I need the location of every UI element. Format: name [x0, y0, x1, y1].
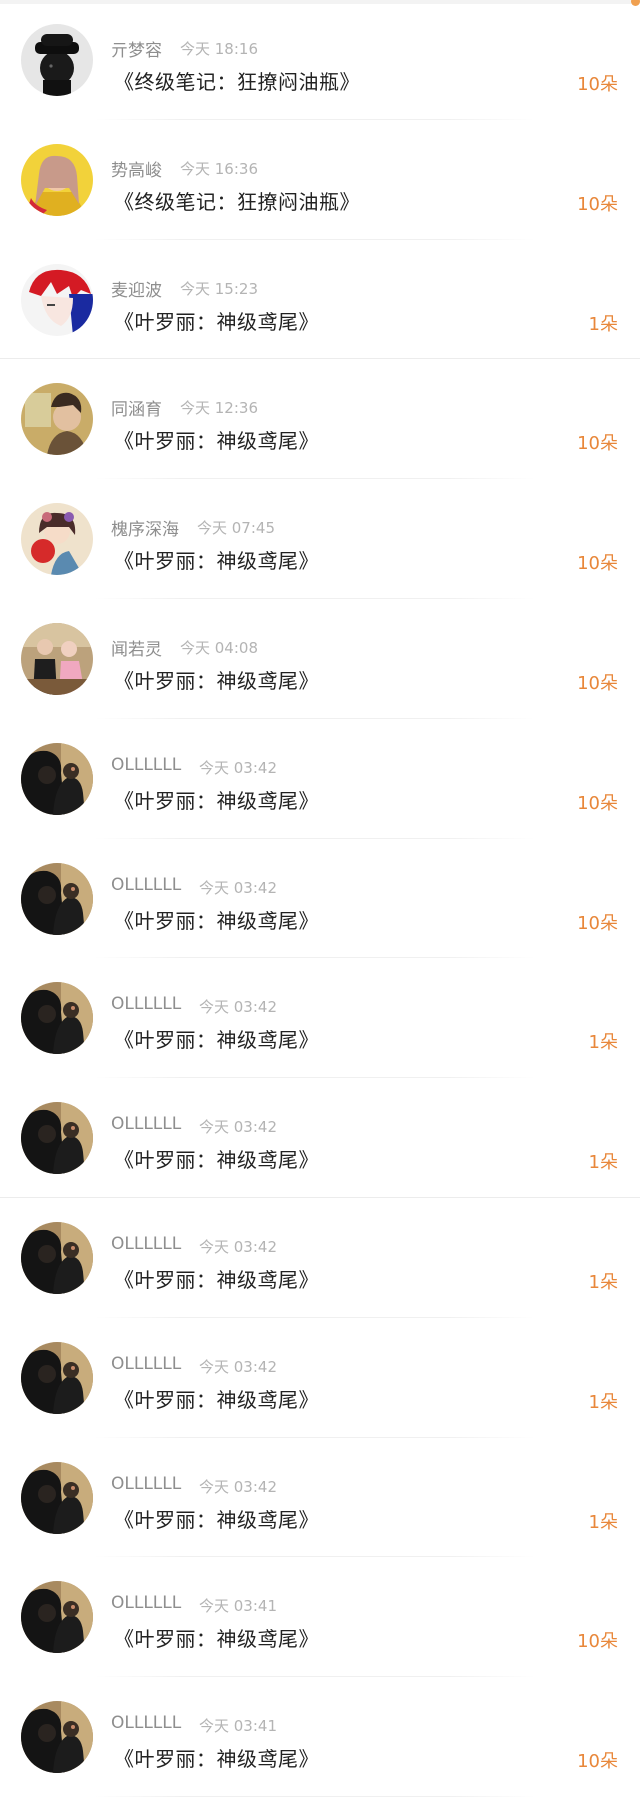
book-title[interactable]: 《叶罗丽：神级鸢尾》: [114, 1024, 319, 1053]
record-time: 今天 12:36: [180, 399, 258, 418]
gift-amount: 1朵: [588, 1511, 618, 1533]
avatar[interactable]: [21, 1102, 93, 1175]
user-name[interactable]: OLLLLLL: [111, 1114, 181, 1134]
book-title[interactable]: 《叶罗丽：神级鸢尾》: [114, 905, 319, 934]
gift-record-row[interactable]: OLLLLLL 今天 03:42 《叶罗丽：神级鸢尾》 10朵: [0, 719, 640, 839]
user-name[interactable]: OLLLLLL: [111, 1234, 181, 1254]
gift-record-row[interactable]: OLLLLLL 今天 03:41 《叶罗丽：神级鸢尾》 10朵: [0, 1557, 640, 1678]
book-title[interactable]: 《叶罗丽：神级鸢尾》: [114, 1504, 319, 1533]
gift-record-row[interactable]: 亓梦容 今天 18:16 《终级笔记：狂撩闷油瓶》 10朵: [0, 0, 640, 120]
book-title[interactable]: 《叶罗丽：神级鸢尾》: [114, 1384, 319, 1413]
record-time: 今天 07:45: [197, 519, 275, 538]
gift-amount: 10朵: [577, 553, 618, 575]
record-time: 今天 03:42: [199, 1357, 277, 1376]
gift-record-row[interactable]: OLLLLLL 今天 03:42 《叶罗丽：神级鸢尾》 1朵: [0, 1078, 640, 1198]
gift-amount: 10朵: [577, 433, 618, 455]
avatar[interactable]: [21, 143, 93, 216]
book-title[interactable]: 《终级笔记：狂撩闷油瓶》: [114, 186, 360, 215]
record-time: 今天 03:42: [199, 1237, 277, 1256]
gift-record-row[interactable]: 槐序深海 今天 07:45 《叶罗丽：神级鸢尾》 10朵: [0, 479, 640, 599]
gift-record-row[interactable]: 闻若灵 今天 04:08 《叶罗丽：神级鸢尾》 10朵: [0, 599, 640, 719]
user-name[interactable]: OLLLLLL: [111, 755, 181, 775]
user-name[interactable]: OLLLLLL: [111, 994, 181, 1014]
gift-amount: 1朵: [588, 1032, 618, 1054]
record-time: 今天 16:36: [180, 159, 258, 178]
gift-amount: 1朵: [588, 1391, 618, 1413]
record-time: 今天 03:42: [199, 998, 277, 1017]
avatar[interactable]: [21, 622, 93, 695]
gift-record-row[interactable]: OLLLLLL 今天 03:42 《叶罗丽：神级鸢尾》 1朵: [0, 1198, 640, 1318]
gift-amount: 10朵: [577, 792, 618, 814]
user-name[interactable]: OLLLLLL: [111, 1593, 181, 1613]
record-time: 今天 18:16: [180, 40, 258, 58]
gift-amount: 1朵: [588, 1271, 618, 1293]
user-name[interactable]: OLLLLLL: [111, 1474, 181, 1494]
record-time: 今天 03:42: [199, 1477, 277, 1496]
gift-record-row[interactable]: OLLLLLL 今天 03:42 《叶罗丽：神级鸢尾》 10朵: [0, 839, 640, 959]
gift-amount: 10朵: [577, 193, 618, 215]
record-time: 今天 03:42: [199, 1118, 277, 1137]
record-time: 今天 04:08: [180, 638, 258, 657]
avatar[interactable]: [21, 982, 93, 1055]
gift-record-row[interactable]: OLLLLLL 今天 03:42 《叶罗丽：神级鸢尾》 1朵: [0, 1318, 640, 1438]
book-title[interactable]: 《叶罗丽：神级鸢尾》: [114, 1264, 319, 1293]
avatar[interactable]: [21, 1341, 93, 1414]
book-title[interactable]: 《叶罗丽：神级鸢尾》: [114, 785, 319, 814]
gift-record-row[interactable]: OLLLLLL 今天 03:42 《叶罗丽：神级鸢尾》 1朵: [0, 958, 640, 1079]
user-name[interactable]: 麦迎波: [111, 276, 162, 301]
avatar[interactable]: [21, 862, 93, 935]
gift-amount: 10朵: [577, 912, 618, 934]
book-title[interactable]: 《叶罗丽：神级鸢尾》: [114, 306, 319, 335]
user-name[interactable]: 闻若灵: [111, 635, 162, 660]
gift-record-row[interactable]: 势高峻 今天 16:36 《终级笔记：狂撩闷油瓶》 10朵: [0, 120, 640, 240]
avatar[interactable]: [21, 503, 93, 576]
gift-record-row[interactable]: OLLLLLL 今天 03:41 《叶罗丽：神级鸢尾》 10朵: [0, 1677, 640, 1797]
gift-record-row[interactable]: 麦迎波 今天 15:23 《叶罗丽：神级鸢尾》 1朵: [0, 240, 640, 360]
book-title[interactable]: 《叶罗丽：神级鸢尾》: [114, 545, 319, 574]
gift-amount: 1朵: [588, 1152, 618, 1174]
user-name[interactable]: 槐序深海: [111, 515, 179, 540]
avatar[interactable]: [21, 1581, 93, 1654]
gift-amount: 1朵: [588, 313, 618, 335]
record-time: 今天 03:41: [199, 1597, 277, 1616]
avatar[interactable]: [21, 1461, 93, 1534]
user-name[interactable]: 亓梦容: [111, 36, 162, 61]
user-name[interactable]: OLLLLLL: [111, 875, 181, 895]
book-title[interactable]: 《叶罗丽：神级鸢尾》: [114, 1144, 319, 1173]
gift-amount: 10朵: [577, 1631, 618, 1653]
book-title[interactable]: 《叶罗丽：神级鸢尾》: [114, 1743, 319, 1772]
gift-amount: 10朵: [577, 74, 618, 95]
book-title[interactable]: 《叶罗丽：神级鸢尾》: [114, 665, 319, 694]
record-time: 今天 03:41: [199, 1717, 277, 1736]
record-time: 今天 15:23: [180, 279, 258, 298]
gift-record-list: 亓梦容 今天 18:16 《终级笔记：狂撩闷油瓶》 10朵 势高峻 今天 16:36 《终级…: [0, 0, 640, 1797]
record-time: 今天 03:42: [199, 758, 277, 777]
book-title[interactable]: 《叶罗丽：神级鸢尾》: [114, 1623, 319, 1652]
book-title[interactable]: 《叶罗丽：神级鸢尾》: [114, 425, 319, 454]
book-title[interactable]: 《终级笔记：狂撩闷油瓶》: [114, 66, 360, 95]
avatar[interactable]: [21, 263, 93, 336]
gift-amount: 10朵: [577, 1751, 618, 1773]
avatar[interactable]: [21, 24, 93, 96]
avatar[interactable]: [21, 1221, 93, 1294]
user-name[interactable]: OLLLLLL: [111, 1713, 181, 1733]
user-name[interactable]: 势高峻: [111, 156, 162, 181]
gift-record-row[interactable]: 同涵育 今天 12:36 《叶罗丽：神级鸢尾》 10朵: [0, 359, 640, 480]
user-name[interactable]: OLLLLLL: [111, 1354, 181, 1374]
avatar[interactable]: [21, 383, 93, 456]
avatar[interactable]: [21, 742, 93, 815]
user-name[interactable]: 同涵育: [111, 395, 162, 420]
gift-amount: 10朵: [577, 672, 618, 694]
record-time: 今天 03:42: [199, 878, 277, 897]
avatar[interactable]: [21, 1701, 93, 1774]
gift-record-row[interactable]: OLLLLLL 今天 03:42 《叶罗丽：神级鸢尾》 1朵: [0, 1438, 640, 1558]
